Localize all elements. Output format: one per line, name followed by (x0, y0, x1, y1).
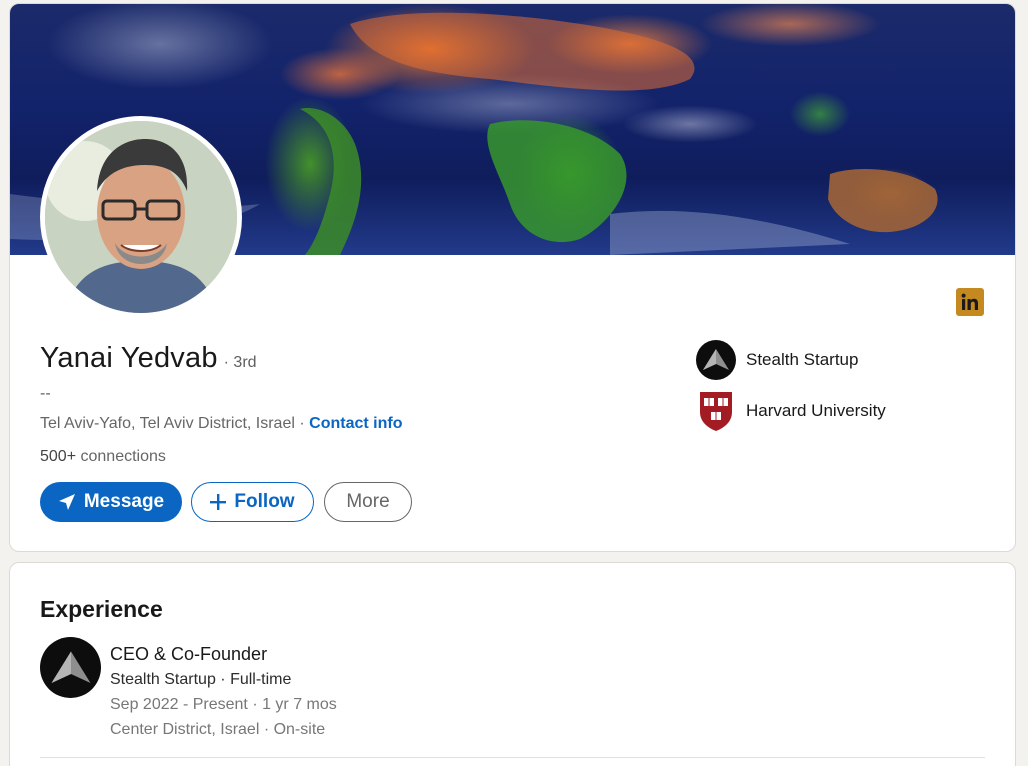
experience-role[interactable]: CEO & Co-Founder (110, 644, 267, 665)
message-button[interactable]: Message (40, 482, 182, 522)
follow-button-label: Follow (234, 491, 295, 512)
plus-icon (210, 494, 227, 510)
connection-degree: · 3rd (223, 354, 257, 371)
more-button-label: More (346, 491, 390, 512)
linkedin-icon[interactable] (956, 288, 984, 316)
current-company-link[interactable]: Stealth Startup (696, 340, 858, 380)
send-icon (58, 494, 75, 510)
connections-count[interactable]: 500+ connections (40, 448, 166, 466)
connections-number: 500+ (40, 448, 77, 465)
education-name: Harvard University (746, 401, 886, 420)
profile-location-row: Tel Aviv-Yafo, Tel Aviv District, Israel… (40, 415, 402, 433)
stealth-startup-logo-icon (696, 340, 736, 380)
education-link[interactable]: Harvard University (696, 390, 886, 432)
more-button[interactable]: More (324, 482, 412, 522)
contact-info-link[interactable]: Contact info (309, 415, 402, 432)
current-company-name: Stealth Startup (746, 350, 859, 369)
profile-headline: -- (40, 385, 51, 402)
experience-location: Center District, Israel · On-site (110, 721, 326, 738)
experience-section: Experience CEO & Co-Founder Stealth Star… (9, 562, 1016, 766)
profile-card: Yanai Yedvab · 3rd -- Tel Aviv-Yafo, Tel… (9, 3, 1016, 552)
message-button-label: Message (83, 491, 165, 512)
experience-dates: Sep 2022 - Present · 1 yr 7 mos (110, 696, 337, 713)
follow-button[interactable]: Follow (191, 482, 314, 522)
experience-company: Stealth Startup · Full-time (110, 671, 292, 688)
connections-label: connections (80, 448, 166, 465)
profile-avatar[interactable] (40, 116, 242, 318)
stealth-startup-logo-icon[interactable] (40, 637, 101, 698)
profile-location: Tel Aviv-Yafo, Tel Aviv District, Israel… (40, 415, 305, 432)
divider (40, 757, 985, 758)
experience-heading: Experience (40, 596, 163, 622)
profile-name-row: Yanai Yedvab · 3rd (40, 342, 257, 375)
harvard-shield-icon (696, 390, 736, 432)
profile-name: Yanai Yedvab (40, 342, 218, 374)
